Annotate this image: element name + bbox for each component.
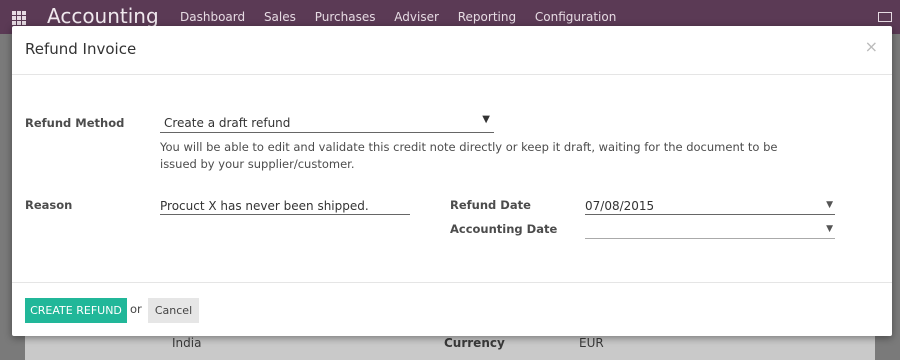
refund-method-value: Create a draft refund	[164, 116, 291, 130]
dialog-header: Refund Invoice ×	[12, 26, 892, 75]
accounting-date-label: Accounting Date	[450, 222, 558, 236]
date-caret-icon: ▼	[826, 224, 833, 234]
refund-invoice-dialog: Refund Invoice × Refund Method Create a …	[12, 26, 892, 336]
menu-sales[interactable]: Sales	[264, 10, 296, 24]
top-menu: Dashboard Sales Purchases Adviser Report…	[180, 10, 631, 24]
background-currency-value: EUR	[579, 336, 604, 350]
menu-purchases[interactable]: Purchases	[315, 10, 376, 24]
refund-method-select[interactable]: Create a draft refund ▼	[160, 114, 494, 133]
refund-date-label: Refund Date	[450, 198, 531, 212]
dialog-title: Refund Invoice	[25, 40, 137, 58]
reason-value: Procuct X has never been shipped.	[160, 199, 369, 213]
refund-date-input[interactable]: 07/08/2015 ▼	[585, 198, 835, 215]
reason-label: Reason	[25, 198, 73, 212]
close-icon[interactable]: ×	[865, 37, 878, 56]
apps-grid-icon[interactable]	[12, 11, 27, 26]
cancel-button[interactable]: Cancel	[148, 298, 199, 323]
dropdown-arrow-icon: ▼	[482, 114, 490, 125]
dialog-footer: CREATE REFUND or Cancel	[12, 282, 892, 337]
refund-method-help: You will be able to edit and validate th…	[160, 140, 778, 171]
background-currency-label: Currency	[444, 336, 505, 350]
or-text: or	[130, 302, 142, 316]
create-refund-button[interactable]: CREATE REFUND	[25, 298, 127, 323]
refund-method-label: Refund Method	[25, 116, 125, 130]
menu-reporting[interactable]: Reporting	[458, 10, 516, 24]
background-country: India	[172, 336, 202, 350]
accounting-date-input[interactable]: ▼	[585, 222, 835, 239]
app-title: Accounting	[47, 4, 159, 28]
menu-adviser[interactable]: Adviser	[394, 10, 439, 24]
menu-dashboard[interactable]: Dashboard	[180, 10, 245, 24]
refund-date-value: 07/08/2015	[585, 199, 655, 213]
mail-icon[interactable]	[878, 12, 892, 22]
date-caret-icon: ▼	[826, 200, 833, 210]
reason-input[interactable]: Procuct X has never been shipped.	[160, 198, 410, 215]
menu-configuration[interactable]: Configuration	[535, 10, 616, 24]
